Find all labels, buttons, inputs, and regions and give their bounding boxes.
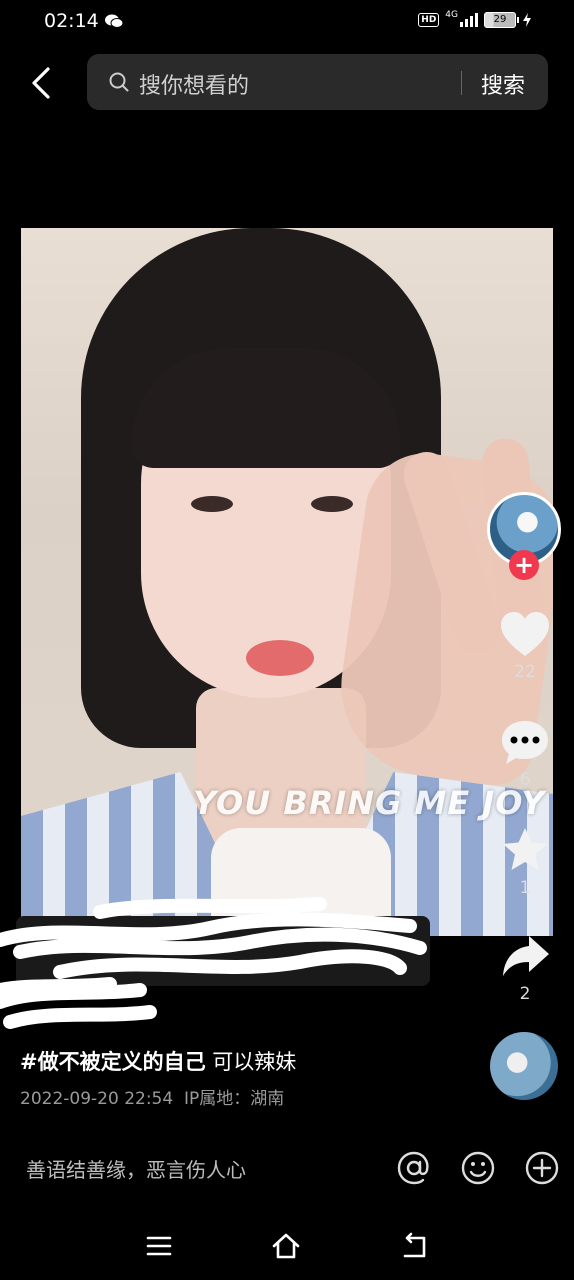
battery-icon: 29 [484, 12, 519, 28]
status-time: 02:14 [44, 10, 99, 32]
comment-button[interactable]: 6 [485, 718, 565, 790]
back-arrow-icon[interactable] [28, 66, 56, 100]
follow-button[interactable]: + [509, 550, 539, 580]
hashtag-link[interactable]: #做不被定义的自己 [20, 1050, 206, 1074]
search-button[interactable]: 搜索 [481, 68, 525, 100]
wechat-icon [105, 14, 124, 28]
share-button[interactable]: 2 [485, 932, 565, 1004]
post-datetime: 2022-09-20 22:54 [20, 1089, 174, 1109]
plus-circle-icon[interactable] [524, 1150, 560, 1186]
emoji-icon[interactable] [460, 1150, 496, 1186]
share-count: 2 [519, 984, 531, 1004]
search-divider [461, 71, 462, 95]
status-bar: 02:14 HD 4G 29 [0, 0, 574, 44]
post-meta: 2022-09-20 22:54 IP属地：湖南 [20, 1084, 284, 1109]
like-button[interactable]: 22 [485, 610, 565, 682]
home-icon[interactable] [270, 1230, 302, 1262]
at-sign-icon[interactable] [396, 1150, 432, 1186]
status-indicators: HD 4G 29 [418, 10, 532, 28]
menu-icon[interactable] [143, 1230, 175, 1262]
favorite-count: 1 [519, 878, 531, 898]
search-box[interactable]: 搜你想看的 搜索 [87, 54, 548, 110]
top-bar: 搜你想看的 搜索 [0, 54, 574, 112]
hd-badge: HD [418, 13, 440, 27]
comment-count: 6 [519, 770, 531, 790]
star-icon [503, 828, 547, 870]
share-arrow-icon [503, 936, 549, 976]
charging-icon [523, 13, 531, 27]
caption-text: 可以辣妹 [205, 1050, 297, 1074]
like-count: 22 [514, 662, 536, 682]
search-input[interactable]: 搜你想看的 [139, 68, 249, 100]
music-disc-avatar[interactable] [490, 1032, 558, 1100]
search-icon [109, 72, 129, 92]
system-nav-bar [0, 1216, 574, 1280]
favorite-button[interactable]: 1 [485, 826, 565, 898]
redaction-scribble [0, 897, 427, 1029]
back-nav-icon[interactable] [398, 1230, 430, 1262]
network-type: 4G [445, 10, 458, 20]
post-location: IP属地：湖南 [184, 1089, 285, 1109]
comment-bubble-icon [502, 721, 548, 764]
signal-icon [460, 13, 478, 27]
heart-icon [501, 612, 549, 656]
comment-input[interactable]: 善语结善缘，恶言伤人心 [26, 1154, 246, 1183]
video-player[interactable]: YOU BRING ME JOY [21, 228, 553, 936]
post-caption: #做不被定义的自己 可以辣妹 [20, 1046, 296, 1076]
comment-input-bar: 善语结善缘，恶言伤人心 [0, 1140, 574, 1200]
